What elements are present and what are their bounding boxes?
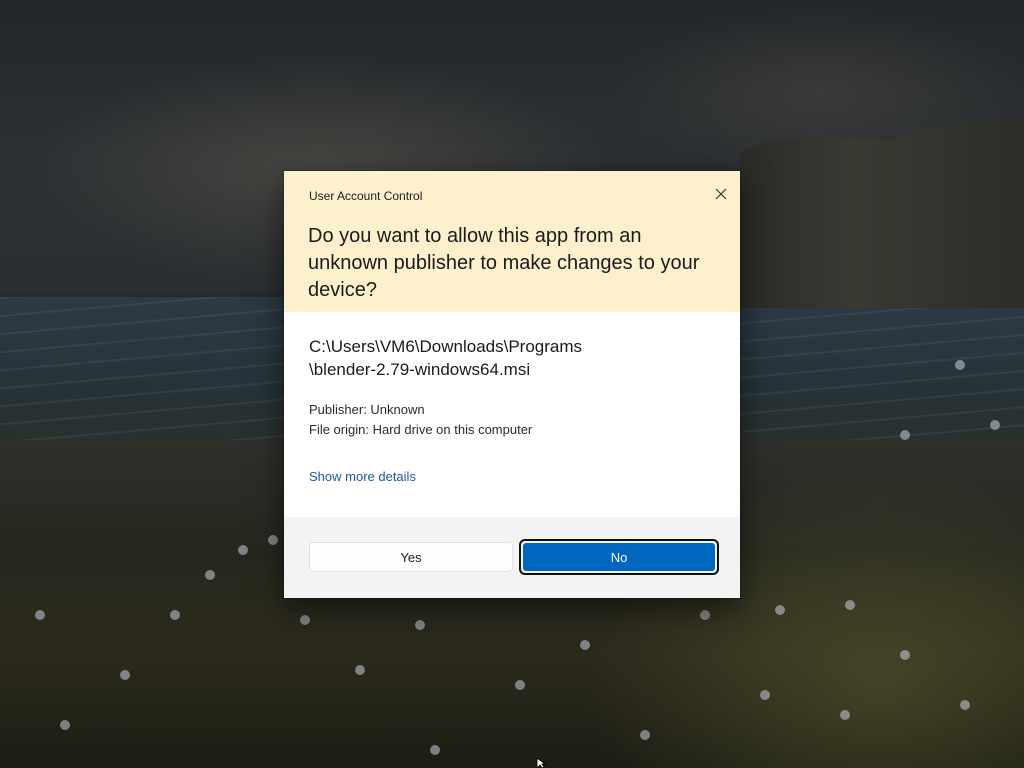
wallpaper-flower — [840, 710, 850, 720]
file-origin-info: File origin: Hard drive on this computer — [309, 422, 533, 437]
wallpaper-flower — [355, 665, 365, 675]
uac-footer: Yes No — [284, 517, 740, 598]
wallpaper-flower — [900, 430, 910, 440]
uac-dialog: User Account Control Do you want to allo… — [284, 171, 740, 598]
wallpaper-flower — [238, 545, 248, 555]
close-icon — [715, 188, 727, 200]
program-path: C:\Users\VM6\Downloads\Programs \blender… — [309, 335, 709, 381]
wallpaper-flower — [120, 670, 130, 680]
uac-body: C:\Users\VM6\Downloads\Programs \blender… — [284, 312, 740, 517]
no-button[interactable]: No — [523, 543, 715, 571]
yes-button[interactable]: Yes — [309, 542, 513, 572]
wallpaper-flower — [430, 745, 440, 755]
wallpaper-flower — [775, 605, 785, 615]
dialog-title: User Account Control — [309, 189, 423, 203]
wallpaper-cliff — [740, 118, 1024, 308]
uac-question: Do you want to allow this app from an un… — [308, 225, 700, 301]
wallpaper-flower — [300, 615, 310, 625]
wallpaper-flower — [955, 360, 965, 370]
program-path-line: \blender-2.79-windows64.msi — [309, 360, 531, 379]
mouse-pointer-icon — [536, 758, 546, 768]
wallpaper-flower — [205, 570, 215, 580]
wallpaper-flower — [515, 680, 525, 690]
wallpaper-flower — [60, 720, 70, 730]
wallpaper-flower — [760, 690, 770, 700]
wallpaper-flower — [640, 730, 650, 740]
wallpaper-flower — [900, 650, 910, 660]
uac-header: User Account Control Do you want to allo… — [284, 171, 740, 312]
no-button-focus-ring: No — [519, 539, 719, 575]
wallpaper-flower — [700, 610, 710, 620]
wallpaper-flower — [960, 700, 970, 710]
show-more-details-link[interactable]: Show more details — [309, 469, 416, 484]
desktop-wallpaper: User Account Control Do you want to allo… — [0, 0, 1024, 768]
wallpaper-flower — [845, 600, 855, 610]
wallpaper-flower — [170, 610, 180, 620]
wallpaper-flower — [268, 535, 278, 545]
wallpaper-flower — [35, 610, 45, 620]
wallpaper-flower — [990, 420, 1000, 430]
wallpaper-flower — [580, 640, 590, 650]
publisher-info: Publisher: Unknown — [309, 402, 425, 417]
program-path-line: C:\Users\VM6\Downloads\Programs — [309, 337, 583, 356]
wallpaper-flower — [415, 620, 425, 630]
close-button[interactable] — [706, 179, 736, 209]
